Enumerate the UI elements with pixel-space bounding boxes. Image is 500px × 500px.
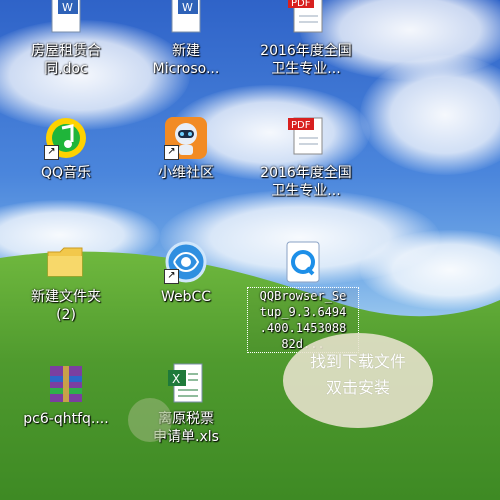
qq-music-icon: ↗ xyxy=(44,116,88,160)
folder-icon xyxy=(44,240,88,284)
webcc-globe-icon: ↗ xyxy=(164,240,208,284)
xiaowei-community-icon-item[interactable]: ↗ 小维社区 xyxy=(138,116,234,182)
icon-label: 新建 Microso... xyxy=(152,43,220,77)
new-folder-2-icon-item[interactable]: 新建文件夹 (2) xyxy=(18,240,114,324)
doc-house-rent-icon-item[interactable]: W 房屋租赁合 同.doc xyxy=(18,0,114,78)
hint-line-1: 找到下载文件 xyxy=(309,352,406,371)
icon-label: WebCC xyxy=(160,289,212,305)
desktop-background: W 房屋租赁合 同.doc W 新建 Microso... PDF 2016年度… xyxy=(0,0,500,500)
icon-label: 小维社区 xyxy=(158,165,214,181)
svg-text:W: W xyxy=(62,1,73,14)
winrar-archive-icon xyxy=(44,362,88,406)
doc-new-microsoft-icon-item[interactable]: W 新建 Microso... xyxy=(138,0,234,78)
webcc-icon-item[interactable]: ↗ WebCC xyxy=(138,240,234,306)
shortcut-arrow-icon: ↗ xyxy=(44,145,59,160)
icon-label: 房屋租赁合 同.doc xyxy=(31,43,101,77)
qq-music-icon-item[interactable]: ↗ QQ音乐 xyxy=(18,116,114,182)
pdf-2016-health-2-icon-item[interactable]: PDF 2016年度全国 卫生专业... xyxy=(258,116,354,200)
shortcut-arrow-icon: ↗ xyxy=(164,145,179,160)
icon-label: 2016年度全国 卫生专业... xyxy=(260,165,352,199)
svg-text:PDF: PDF xyxy=(291,0,311,9)
svg-text:X: X xyxy=(172,372,180,386)
robot-app-icon: ↗ xyxy=(164,116,208,160)
word-doc-icon: W xyxy=(44,0,88,38)
icon-label: QQ音乐 xyxy=(40,165,92,181)
pdf-file-icon: PDF xyxy=(284,116,328,160)
svg-text:W: W xyxy=(182,1,193,14)
shortcut-arrow-icon: ↗ xyxy=(164,269,179,284)
icon-label: 新建文件夹 (2) xyxy=(31,289,101,323)
pdf-file-icon: PDF xyxy=(284,0,328,38)
icon-label: 2016年度全国 卫生专业... xyxy=(260,43,352,77)
hint-bubble: 找到下载文件 双击安装 xyxy=(283,333,433,428)
touch-indicator xyxy=(128,398,172,442)
pdf-2016-health-1-icon-item[interactable]: PDF 2016年度全国 卫生专业... xyxy=(258,0,354,78)
pc6-archive-icon-item[interactable]: pc6-qhtfq.... xyxy=(18,362,114,428)
excel-file-icon: X xyxy=(164,362,208,406)
word-doc-icon: W xyxy=(164,0,208,38)
hint-line-2: 双击安装 xyxy=(325,378,390,397)
icon-label: pc6-qhtfq.... xyxy=(23,411,109,427)
qqbrowser-setup-icon xyxy=(281,240,325,284)
svg-text:PDF: PDF xyxy=(291,120,311,131)
